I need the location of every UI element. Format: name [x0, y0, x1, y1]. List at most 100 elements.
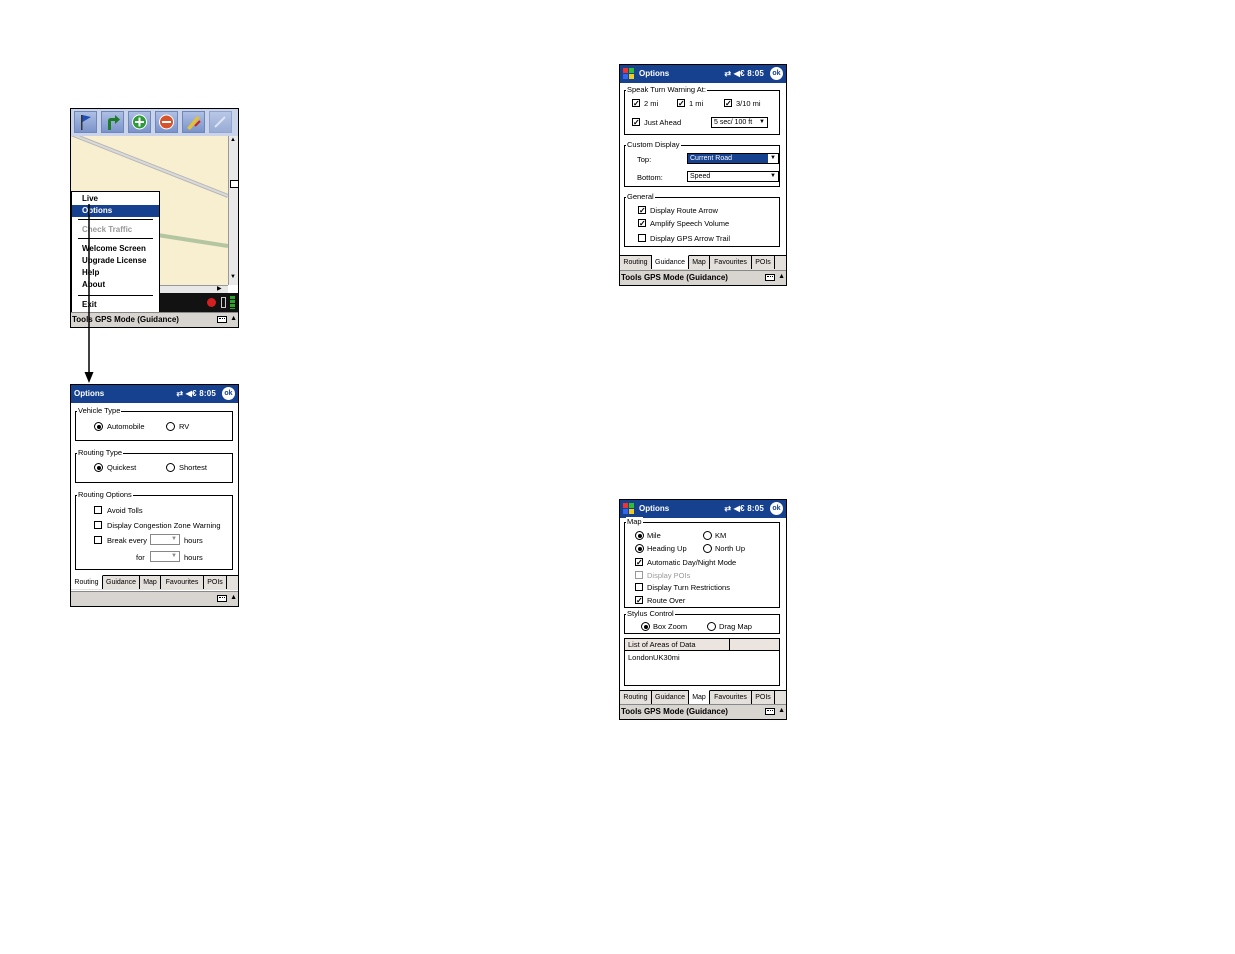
top-display-dropdown[interactable]: Current Road ▼: [687, 153, 779, 164]
general-legend: General: [626, 192, 655, 202]
radio-mile[interactable]: [635, 531, 644, 540]
checkbox-2mi[interactable]: ✓: [632, 99, 640, 108]
windows-flag-icon[interactable]: [622, 67, 635, 80]
keyboard-icon[interactable]: [765, 708, 775, 715]
flag-icon[interactable]: [74, 111, 97, 133]
sip-up-icon[interactable]: ▲: [230, 315, 237, 322]
checkbox-just-ahead[interactable]: ✓: [632, 118, 640, 127]
label-display-route-arrow: Display Route Arrow: [650, 206, 718, 215]
tab-favourites[interactable]: Favourites: [161, 576, 204, 589]
tab-guidance[interactable]: Guidance: [103, 576, 140, 589]
label-drag-map: Drag Map: [719, 622, 752, 631]
checkbox-avoid-tolls[interactable]: [94, 506, 102, 514]
map-screen: ▲ ▼ ▶ Live Options Check Traffic Welcome…: [70, 108, 239, 328]
radio-drag-map[interactable]: [707, 622, 716, 631]
routing-type-legend: Routing Type: [77, 448, 124, 458]
radio-quickest[interactable]: [94, 463, 103, 472]
radio-km[interactable]: [703, 531, 712, 540]
scroll-up-icon[interactable]: ▲: [230, 137, 236, 143]
label-box-zoom: Box Zoom: [653, 622, 688, 631]
tab-pois[interactable]: POIs: [204, 576, 227, 589]
keyboard-icon[interactable]: [217, 595, 227, 602]
break-every-dropdown[interactable]: ▼: [150, 534, 180, 545]
windows-flag-icon[interactable]: [622, 502, 635, 515]
map-vertical-scrollbar[interactable]: ▲ ▼: [228, 136, 238, 285]
sip-up-icon[interactable]: ▲: [778, 273, 785, 280]
checkbox-day-night[interactable]: ✓: [635, 558, 643, 567]
areas-list[interactable]: List of Areas of Data LondonUK30mi: [624, 638, 780, 686]
ok-button[interactable]: ok: [222, 387, 235, 400]
label-top: Top:: [637, 155, 652, 164]
title-bar: Options ⇄ ◀€ 8:05 ok: [71, 385, 238, 403]
label-3-10mi: 3/10 mi: [736, 99, 761, 108]
label-shortest: Shortest: [179, 463, 207, 472]
tab-map[interactable]: Map: [689, 690, 710, 704]
command-bar-label[interactable]: Tools GPS Mode (Guidance): [621, 707, 728, 716]
tab-map[interactable]: Map: [140, 576, 161, 589]
break-for-dropdown[interactable]: ▼: [150, 551, 180, 562]
keyboard-icon[interactable]: [217, 316, 227, 323]
label-km: KM: [715, 531, 727, 540]
tab-guidance[interactable]: Guidance: [652, 691, 689, 704]
tab-favourites[interactable]: Favourites: [710, 691, 752, 704]
zoom-in-icon[interactable]: [128, 111, 151, 133]
tab-routing[interactable]: Routing: [620, 256, 652, 269]
flow-arrow: [83, 204, 95, 386]
ruler-pencil-icon[interactable]: [182, 111, 205, 133]
checkbox-break-every[interactable]: [94, 536, 102, 544]
checkbox-turn-restrictions[interactable]: [635, 583, 643, 591]
scroll-right-icon[interactable]: ▶: [217, 285, 222, 292]
just-ahead-dropdown[interactable]: 5 sec/ 100 ft ▼: [711, 117, 768, 128]
turn-arrow-icon[interactable]: [101, 111, 124, 133]
routing-options-screen: Options ⇄ ◀€ 8:05 ok Vehicle Type Automo…: [70, 384, 239, 607]
label-day-night: Automatic Day/Night Mode: [647, 558, 737, 567]
vehicle-type-group: Vehicle Type Automobile RV: [75, 406, 233, 441]
bottom-display-dropdown[interactable]: Speed ▼: [687, 171, 779, 182]
checkbox-amplify-speech[interactable]: ✓: [638, 219, 646, 228]
area-row[interactable]: LondonUK30mi: [628, 653, 680, 663]
stop-icon[interactable]: [207, 298, 216, 307]
pencil-icon[interactable]: [209, 111, 232, 133]
checkbox-gps-arrow-trail[interactable]: [638, 234, 646, 242]
checkbox-1mi[interactable]: ✓: [677, 99, 685, 108]
areas-list-header-blank: [730, 639, 779, 651]
checkbox-congestion-warning[interactable]: [94, 521, 102, 529]
general-group: General ✓ Display Route Arrow ✓ Amplify …: [624, 192, 780, 247]
areas-list-header-label: List of Areas of Data: [628, 640, 696, 649]
status-clock: ⇄ ◀€ 8:05: [724, 69, 764, 78]
checkbox-route-over[interactable]: ✓: [635, 596, 643, 605]
checkbox-3-10mi[interactable]: ✓: [724, 99, 732, 108]
radio-heading-up[interactable]: [635, 544, 644, 553]
chevron-down-icon: ▼: [169, 552, 179, 561]
radio-shortest[interactable]: [166, 463, 175, 472]
tab-routing[interactable]: Routing: [71, 575, 103, 589]
tab-map[interactable]: Map: [689, 256, 710, 269]
command-bar: Tools GPS Mode (Guidance) ▲: [71, 312, 238, 327]
tab-routing[interactable]: Routing: [620, 691, 652, 704]
chevron-down-icon: ▼: [169, 535, 179, 544]
label-avoid-tolls: Avoid Tolls: [107, 506, 143, 515]
radio-box-zoom[interactable]: [641, 622, 650, 631]
tab-pois[interactable]: POIs: [752, 691, 775, 704]
map-group: Map Mile KM Heading Up North Up ✓ Automa…: [624, 517, 780, 608]
radio-automobile[interactable]: [94, 422, 103, 431]
scroll-down-icon[interactable]: ▼: [230, 274, 236, 280]
routing-options-legend: Routing Options: [77, 490, 133, 500]
sip-up-icon[interactable]: ▲: [230, 594, 237, 601]
zoom-out-icon[interactable]: [155, 111, 178, 133]
scroll-thumb[interactable]: [230, 180, 238, 188]
ok-button[interactable]: ok: [770, 502, 783, 515]
tab-favourites[interactable]: Favourites: [710, 256, 752, 269]
tab-guidance[interactable]: Guidance: [652, 255, 689, 269]
checkbox-display-route-arrow[interactable]: ✓: [638, 206, 646, 215]
command-bar: Tools GPS Mode (Guidance) ▲: [620, 270, 786, 285]
sip-up-icon[interactable]: ▲: [778, 707, 785, 714]
radio-north-up[interactable]: [703, 544, 712, 553]
tab-pois[interactable]: POIs: [752, 256, 775, 269]
radio-rv[interactable]: [166, 422, 175, 431]
tab-strip: Routing Guidance Map Favourites POIs: [620, 255, 786, 270]
ok-button[interactable]: ok: [770, 67, 783, 80]
keyboard-icon[interactable]: [765, 274, 775, 281]
chevron-down-icon: ▼: [757, 118, 767, 127]
command-bar-label[interactable]: Tools GPS Mode (Guidance): [621, 273, 728, 282]
